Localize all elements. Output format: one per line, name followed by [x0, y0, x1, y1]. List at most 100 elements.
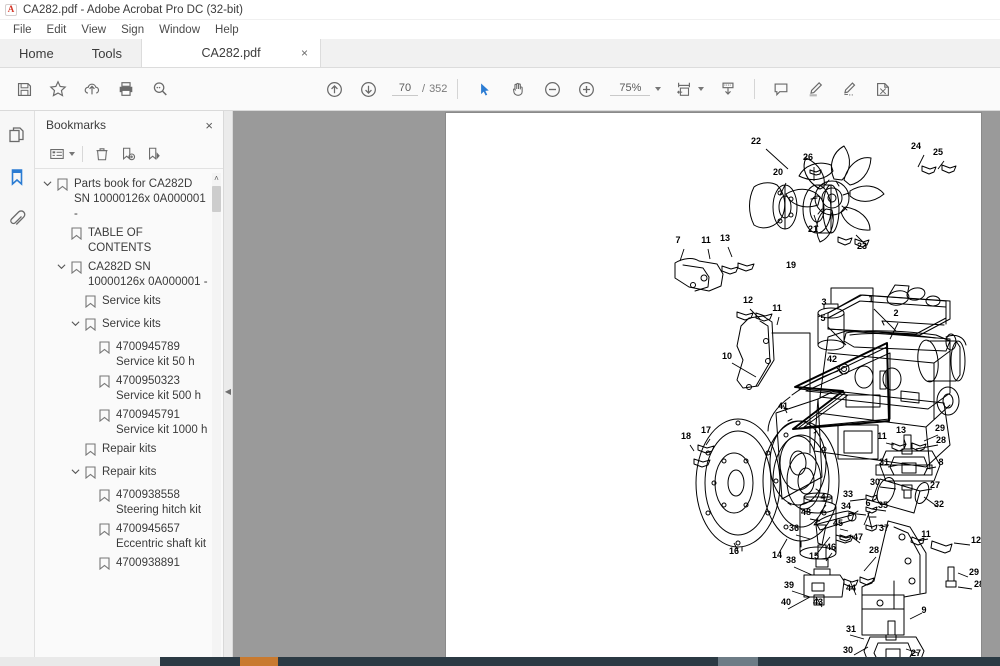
windows-taskbar[interactable] [0, 657, 1000, 666]
zoom-level-value: 75% [610, 82, 651, 96]
star-icon[interactable] [42, 74, 74, 104]
page-thumbnails-icon[interactable] [5, 123, 29, 147]
menu-file[interactable]: File [6, 23, 39, 37]
chevron-down-icon[interactable] [69, 317, 81, 328]
zoom-out-icon[interactable] [536, 74, 568, 104]
page-number-input[interactable]: 70 [392, 82, 418, 96]
home-tab[interactable]: Home [0, 39, 73, 67]
callout-label: 9 [921, 605, 926, 615]
callout-label: 26 [803, 152, 813, 162]
comment-icon[interactable] [765, 74, 797, 104]
bookmark-item[interactable]: Repair kits [35, 463, 223, 486]
callout-label: 11 [921, 529, 931, 539]
taskbar-segment[interactable] [758, 657, 1000, 666]
bookmark-item[interactable]: Service kits [35, 315, 223, 338]
bookmark-icon [85, 294, 98, 313]
fit-width-chevron-down-icon[interactable] [698, 87, 704, 91]
callout-label: 40 [781, 597, 791, 607]
save-icon[interactable] [8, 74, 40, 104]
taskbar-segment[interactable] [278, 657, 718, 666]
fit-width-icon[interactable] [668, 74, 700, 104]
scroll-up-icon[interactable]: ˄ [212, 173, 221, 184]
panel-collapse-handle[interactable]: ◀ [224, 111, 233, 666]
callout-label: 47 [853, 532, 863, 542]
bookmark-item[interactable]: 4700945657 Eccentric shaft kit [35, 520, 223, 554]
callout-label: 11 [772, 303, 782, 313]
bookmark-item-label: Repair kits [102, 443, 157, 455]
taskbar-segment[interactable] [0, 657, 160, 666]
page-scroll-icon[interactable] [712, 74, 744, 104]
callout-label: 39 [784, 580, 794, 590]
bookmark-item[interactable]: 4700945789 Service kit 50 h [35, 338, 223, 372]
tools-tab[interactable]: Tools [73, 39, 141, 67]
menu-help[interactable]: Help [208, 23, 246, 37]
callout-label: 23 [857, 241, 867, 251]
sign-icon[interactable] [833, 74, 865, 104]
bookmarks-tree[interactable]: Parts book for CA282D SN 10000126x 0A000… [35, 169, 223, 666]
callout-label: 16 [729, 546, 739, 556]
callout-label: 14 [772, 550, 782, 560]
callout-label: 22 [751, 136, 761, 146]
bookmark-item[interactable]: 4700950323 Service kit 500 h [35, 372, 223, 406]
bookmark-item[interactable]: CA282D SN 10000126x 0A000001 - [35, 258, 223, 292]
find-bookmark-icon[interactable] [142, 143, 166, 165]
callout-label: 28 [936, 435, 946, 445]
callout-label: 37 [879, 523, 889, 533]
bookmark-item[interactable]: Parts book for CA282D SN 10000126x 0A000… [35, 175, 223, 224]
menu-edit[interactable]: Edit [40, 23, 74, 37]
taskbar-segment[interactable] [718, 657, 758, 666]
callout-label: 17 [701, 425, 711, 435]
bookmark-options-chevron-down-icon[interactable] [69, 151, 75, 156]
zoom-level-control[interactable]: 75% [610, 82, 662, 96]
bookmark-item-label: Service kits [102, 318, 161, 330]
bookmark-options-icon[interactable] [45, 143, 69, 165]
chevron-down-icon[interactable] [655, 87, 662, 91]
bookmark-item[interactable]: 4700938891 [35, 554, 223, 577]
highlight-icon[interactable] [799, 74, 831, 104]
callout-label: 13 [720, 233, 730, 243]
menu-view[interactable]: View [74, 23, 113, 37]
bookmarks-scroll-thumb[interactable] [212, 186, 221, 212]
zoom-in-icon[interactable] [570, 74, 602, 104]
callout-label: 34 [841, 501, 851, 511]
attachments-icon[interactable] [5, 207, 29, 231]
bookmark-item[interactable]: Repair kits [35, 440, 223, 463]
callout-label: 45 [833, 518, 843, 528]
bookmark-item[interactable]: 4700938558 Steering hitch kit [35, 486, 223, 520]
callout-label: 1 [868, 294, 873, 304]
page-total: 352 [429, 83, 448, 95]
delete-bookmark-icon[interactable] [90, 143, 114, 165]
menu-window[interactable]: Window [152, 23, 207, 37]
callout-label: 28 [869, 545, 879, 555]
bookmark-item[interactable]: 4700945791 Service kit 1000 h [35, 406, 223, 440]
arrow-down-circle-icon[interactable] [352, 74, 384, 104]
taskbar-segment[interactable] [240, 657, 278, 666]
bookmark-item[interactable]: TABLE OF CONTENTS [35, 224, 223, 258]
new-bookmark-icon[interactable] [116, 143, 140, 165]
upload-cloud-icon[interactable] [76, 74, 108, 104]
close-icon[interactable]: × [301, 47, 308, 59]
cursor-arrow-icon[interactable] [468, 74, 500, 104]
chevron-down-icon[interactable] [69, 465, 81, 476]
callout-label: 42 [827, 354, 837, 364]
print-icon[interactable] [110, 74, 142, 104]
bookmark-item-label: Service kits [102, 295, 161, 307]
bookmarks-scrollbar[interactable] [212, 173, 221, 666]
bookmarks-icon[interactable] [5, 165, 29, 189]
bookmark-icon [99, 556, 112, 575]
taskbar-segment[interactable] [160, 657, 240, 666]
stamp-icon[interactable] [867, 74, 899, 104]
arrow-up-circle-icon[interactable] [318, 74, 350, 104]
search-icon[interactable] [144, 74, 176, 104]
document-tab[interactable]: CA282.pdf × [141, 39, 322, 67]
close-icon[interactable]: × [205, 119, 213, 132]
chevron-down-icon[interactable] [55, 260, 67, 271]
chevron-down-icon[interactable] [41, 177, 53, 188]
hand-icon[interactable] [502, 74, 534, 104]
document-viewer[interactable]: 22 26 24 25 20 21 23 7 11 13 19 3 1 5 2 12 11 10 42 41 18 17 1… [233, 111, 1000, 666]
bookmark-item[interactable]: Service kits [35, 292, 223, 315]
menu-sign[interactable]: Sign [114, 23, 151, 37]
